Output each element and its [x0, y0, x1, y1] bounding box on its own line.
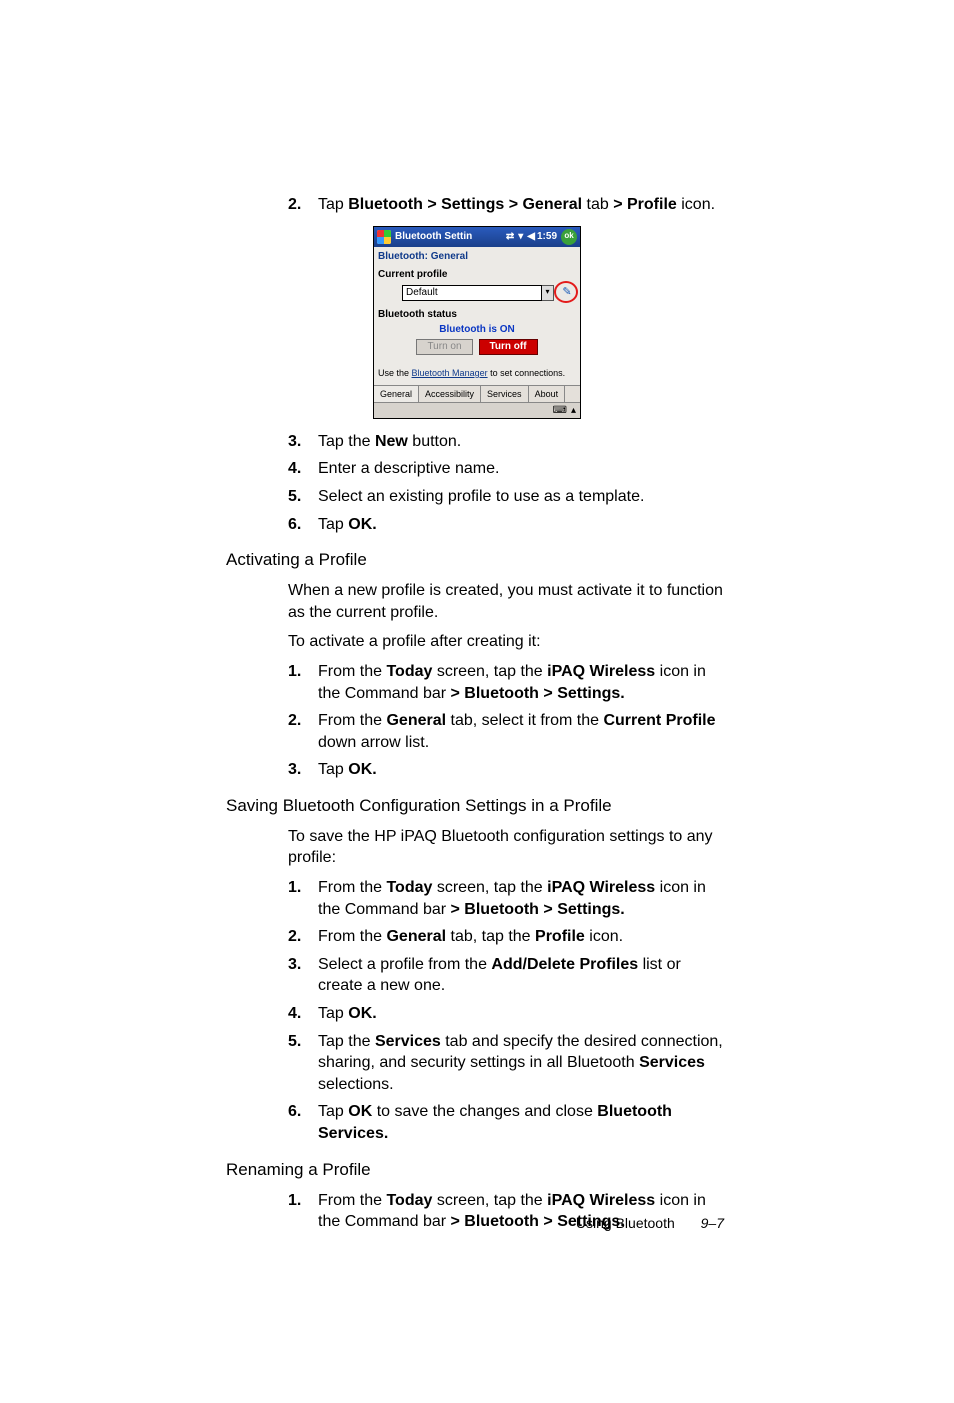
screen-heading: Bluetooth: General — [374, 247, 580, 267]
step-number: 1. — [288, 661, 318, 704]
keyboard-icon[interactable]: ⌨ — [553, 404, 567, 418]
clock: 1:59 — [537, 230, 557, 244]
step-text: Tap Bluetooth > Settings > General tab >… — [318, 194, 724, 216]
step-number: 2. — [288, 926, 318, 948]
step-item: 3.Tap the New button. — [288, 431, 724, 453]
para-activate-1: When a new profile is created, you must … — [288, 580, 724, 623]
step-list-save: 1.From the Today screen, tap the iPAQ Wi… — [288, 877, 724, 1145]
hint-post: to set connections. — [488, 368, 566, 378]
step-item: 6.Tap OK. — [288, 514, 724, 536]
hint-pre: Use the — [378, 368, 412, 378]
step-text: Select a profile from the Add/Delete Pro… — [318, 954, 724, 997]
bluetooth-status-label: Bluetooth status — [378, 308, 576, 322]
step-number: 5. — [288, 486, 318, 508]
step-item: 3.Select a profile from the Add/Delete P… — [288, 954, 724, 997]
turn-on-button: Turn on — [416, 339, 472, 355]
step-number: 2. — [288, 194, 318, 216]
device-screenshot: Bluetooth Settin ⇄ ▾ ◀ 1:59 ok Bluetooth… — [373, 226, 581, 419]
profile-dropdown[interactable]: Default — [402, 285, 542, 301]
document-page: 2.Tap Bluetooth > Settings > General tab… — [0, 0, 954, 1403]
step-number: 4. — [288, 1003, 318, 1025]
bluetooth-manager-link[interactable]: Bluetooth Manager — [412, 368, 488, 378]
step-item: 2.From the General tab, tap the Profile … — [288, 926, 724, 948]
step-text: Tap the Services tab and specify the des… — [318, 1031, 724, 1096]
sip-bar: ⌨ ▴ — [374, 402, 580, 418]
step-number: 2. — [288, 710, 318, 753]
step-text: Tap the New button. — [318, 431, 724, 453]
step-text: Tap OK. — [318, 514, 724, 536]
step-text: From the Today screen, tap the iPAQ Wire… — [318, 661, 724, 704]
step-text: Tap OK. — [318, 1003, 724, 1025]
turn-off-button[interactable]: Turn off — [479, 339, 538, 355]
para-activate-2: To activate a profile after creating it: — [288, 631, 724, 653]
step-text: Enter a descriptive name. — [318, 458, 724, 480]
page-footer: Using Bluetooth 9–7 — [576, 1214, 724, 1233]
heading-rename: Renaming a Profile — [226, 1159, 724, 1182]
tab-general[interactable]: General — [374, 386, 419, 402]
step-item: 2.From the General tab, select it from t… — [288, 710, 724, 753]
step-item: 5.Tap the Services tab and specify the d… — [288, 1031, 724, 1096]
start-flag-icon — [377, 230, 391, 244]
step-number: 6. — [288, 1101, 318, 1144]
connectivity-icon: ⇄ — [506, 230, 514, 244]
dropdown-arrow-icon[interactable]: ▾ — [542, 285, 554, 301]
tab-accessibility[interactable]: Accessibility — [419, 386, 481, 402]
step-list-intro: 2.Tap Bluetooth > Settings > General tab… — [288, 194, 724, 216]
step-number: 3. — [288, 759, 318, 781]
para-save: To save the HP iPAQ Bluetooth configurat… — [288, 826, 724, 869]
step-text: From the General tab, select it from the… — [318, 710, 724, 753]
step-item: 1.From the Today screen, tap the iPAQ Wi… — [288, 877, 724, 920]
step-item: 4.Tap OK. — [288, 1003, 724, 1025]
step-item: 2.Tap Bluetooth > Settings > General tab… — [288, 194, 724, 216]
step-text: From the General tab, tap the Profile ic… — [318, 926, 724, 948]
step-item: 6.Tap OK to save the changes and close B… — [288, 1101, 724, 1144]
annotation-circle — [554, 281, 578, 303]
step-item: 4.Enter a descriptive name. — [288, 458, 724, 480]
tab-bar: GeneralAccessibilityServicesAbout — [374, 385, 580, 402]
step-number: 5. — [288, 1031, 318, 1096]
heading-saving: Saving Bluetooth Configuration Settings … — [226, 795, 724, 818]
step-item: 1.From the Today screen, tap the iPAQ Wi… — [288, 661, 724, 704]
manager-hint: Use the Bluetooth Manager to set connect… — [374, 359, 580, 385]
heading-activating: Activating a Profile — [226, 549, 724, 572]
step-text: From the Today screen, tap the iPAQ Wire… — [318, 877, 724, 920]
step-text: Tap OK to save the changes and close Blu… — [318, 1101, 724, 1144]
step-number: 4. — [288, 458, 318, 480]
window-titlebar: Bluetooth Settin ⇄ ▾ ◀ 1:59 ok — [374, 227, 580, 247]
window-title: Bluetooth Settin — [395, 230, 504, 244]
footer-section: Using Bluetooth — [576, 1215, 675, 1231]
step-number: 3. — [288, 954, 318, 997]
ok-button[interactable]: ok — [561, 229, 577, 245]
step-number: 1. — [288, 877, 318, 920]
step-list-b: 3.Tap the New button.4.Enter a descripti… — [288, 431, 724, 535]
tab-services[interactable]: Services — [481, 386, 529, 402]
sip-arrow-icon[interactable]: ▴ — [571, 404, 576, 418]
current-profile-label: Current profile — [378, 268, 576, 282]
step-item: 3.Tap OK. — [288, 759, 724, 781]
signal-icon: ▾ — [518, 230, 523, 244]
tab-about[interactable]: About — [529, 386, 566, 402]
step-text: Select an existing profile to use as a t… — [318, 486, 724, 508]
step-number: 6. — [288, 514, 318, 536]
profile-icon-button[interactable]: ✎ — [558, 284, 576, 302]
speaker-icon: ◀ — [527, 230, 535, 244]
bluetooth-status-value: Bluetooth is ON — [378, 323, 576, 337]
step-text: Tap OK. — [318, 759, 724, 781]
screenshot-container: Bluetooth Settin ⇄ ▾ ◀ 1:59 ok Bluetooth… — [230, 226, 724, 419]
step-list-activate: 1.From the Today screen, tap the iPAQ Wi… — [288, 661, 724, 781]
step-item: 5.Select an existing profile to use as a… — [288, 486, 724, 508]
footer-page-number: 9–7 — [701, 1215, 724, 1231]
step-number: 1. — [288, 1190, 318, 1233]
step-number: 3. — [288, 431, 318, 453]
